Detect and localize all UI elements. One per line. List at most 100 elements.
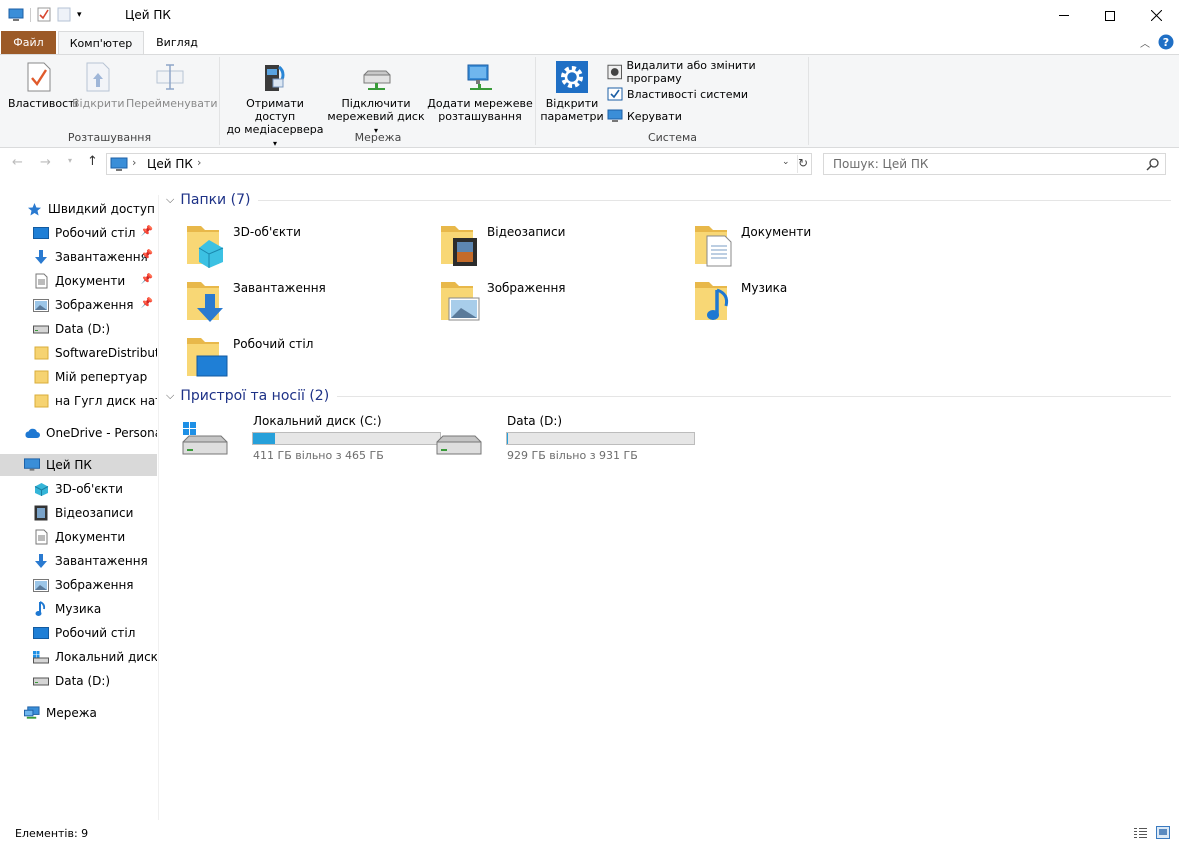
settings-gear-icon bbox=[556, 61, 588, 93]
minimize-button[interactable] bbox=[1041, 0, 1087, 31]
folder-videos-icon bbox=[441, 226, 477, 266]
properties-icon[interactable] bbox=[37, 7, 51, 22]
sidebar-item-my-repertoire[interactable]: Мій репертуар bbox=[0, 366, 157, 388]
sidebar-item-pc-desktop[interactable]: Робочий стіл bbox=[0, 622, 157, 644]
folder-videos[interactable]: Відеозаписи bbox=[439, 220, 689, 272]
desktop-icon bbox=[33, 225, 49, 241]
folder-name: Музика bbox=[741, 281, 788, 295]
section-divider bbox=[337, 395, 1171, 397]
collapse-ribbon-icon[interactable]: ︿ bbox=[1140, 35, 1150, 50]
customize-toolbar-chevron-icon[interactable]: ▾ bbox=[77, 10, 82, 20]
svg-text:?: ? bbox=[1163, 36, 1169, 49]
sidebar-item-software-distribution[interactable]: SoftwareDistribution bbox=[0, 342, 157, 364]
folder-music[interactable]: Музика bbox=[693, 276, 943, 328]
folder-pictures[interactable]: Зображення bbox=[439, 276, 689, 328]
tab-computer[interactable]: Комп'ютер bbox=[58, 31, 144, 55]
close-button[interactable] bbox=[1133, 0, 1179, 31]
sidebar-quick-access[interactable]: Швидкий доступ bbox=[0, 198, 157, 220]
refresh-icon[interactable]: ↻ bbox=[798, 156, 808, 170]
sidebar-item-google-drive[interactable]: на Гугл диск натащ bbox=[0, 390, 157, 412]
sidebar-network[interactable]: Мережа bbox=[0, 702, 157, 724]
sidebar-item-label: Музика bbox=[55, 602, 102, 616]
sidebar-item-desktop[interactable]: Робочий стіл 📌 bbox=[0, 222, 157, 244]
open-label: Відкрити bbox=[72, 97, 125, 110]
drive-icon bbox=[436, 435, 482, 455]
sidebar-item-pc-pictures[interactable]: Зображення bbox=[0, 574, 157, 596]
media-server-icon bbox=[265, 65, 285, 91]
recent-locations-chevron-icon[interactable]: ▾ bbox=[68, 156, 72, 165]
drive-data-d[interactable]: Data (D:) 929 ГБ вільно з 931 ГБ bbox=[435, 414, 695, 466]
manage-icon bbox=[607, 109, 623, 122]
section-divider bbox=[258, 199, 1171, 201]
help-icon[interactable]: ? bbox=[1158, 34, 1174, 50]
manage-label: Керувати bbox=[627, 109, 682, 123]
map-drive-label-2: мережевий диск bbox=[327, 110, 425, 123]
system-properties-button[interactable]: Властивості системи bbox=[607, 84, 748, 104]
sidebar-item-documents[interactable]: Документи 📌 bbox=[0, 270, 157, 292]
map-drive-button[interactable]: Підключити мережевий диск ▾ bbox=[327, 61, 425, 137]
add-network-location-button[interactable]: Додати мережеве розташування bbox=[427, 61, 533, 123]
sidebar-item-music[interactable]: Музика bbox=[0, 598, 157, 620]
folder-downloads[interactable]: Завантаження bbox=[185, 276, 435, 328]
cloud-icon bbox=[24, 425, 40, 441]
forward-arrow-icon[interactable]: → bbox=[40, 155, 51, 170]
sidebar-item-label: Локальний диск (C:) bbox=[55, 650, 157, 664]
details-view-icon[interactable] bbox=[1133, 827, 1148, 839]
maximize-button[interactable] bbox=[1087, 0, 1133, 31]
folders-section-header[interactable]: ⌵ Папки (7) bbox=[166, 189, 1171, 211]
up-arrow-icon[interactable]: ↑ bbox=[87, 154, 98, 169]
back-arrow-icon[interactable]: ← bbox=[12, 155, 23, 170]
manage-button[interactable]: Керувати bbox=[607, 106, 682, 126]
breadcrumb-this-pc[interactable]: Цей ПК bbox=[147, 157, 193, 171]
folder-icon bbox=[33, 345, 49, 361]
sidebar-item-data-drive[interactable]: Data (D:) bbox=[0, 318, 157, 340]
close-icon bbox=[1150, 10, 1162, 21]
sidebar-item-pc-downloads[interactable]: Завантаження bbox=[0, 550, 157, 572]
search-box[interactable]: Пошук: Цей ПК bbox=[823, 153, 1166, 175]
folder-downloads-icon bbox=[187, 282, 223, 322]
address-history-chevron-icon[interactable]: ⌄ bbox=[782, 157, 790, 167]
title-bar: ▾ Цей ПК bbox=[0, 0, 1179, 31]
tab-view[interactable]: Вигляд bbox=[146, 31, 208, 55]
open-settings-label-1: Відкрити bbox=[545, 97, 599, 110]
folder-name: Відеозаписи bbox=[487, 225, 566, 239]
sidebar-this-pc[interactable]: Цей ПК bbox=[0, 454, 157, 476]
open-button[interactable]: Відкрити bbox=[72, 61, 125, 110]
rename-label: Перейменувати bbox=[126, 97, 218, 110]
large-icons-view-icon[interactable] bbox=[1156, 826, 1170, 839]
minimize-icon bbox=[1059, 15, 1069, 16]
uninstall-icon bbox=[607, 64, 622, 80]
folder-documents[interactable]: Документи bbox=[693, 220, 943, 272]
rename-button[interactable]: Перейменувати bbox=[126, 61, 218, 110]
sidebar-item-pc-data-drive[interactable]: Data (D:) bbox=[0, 670, 157, 692]
sidebar-onedrive[interactable]: OneDrive - Personal bbox=[0, 422, 157, 444]
new-folder-icon[interactable] bbox=[57, 7, 71, 22]
uninstall-program-button[interactable]: Видалити або змінити програму bbox=[607, 59, 808, 85]
devices-section-header[interactable]: ⌵ Пристрої та носії (2) bbox=[166, 385, 1171, 407]
pin-icon: 📌 bbox=[140, 298, 153, 309]
folder-pictures-icon bbox=[441, 282, 480, 321]
drive-local-disk-c[interactable]: Локальний диск (C:) 411 ГБ вільно з 465 … bbox=[181, 414, 441, 466]
tab-file[interactable]: Файл bbox=[1, 31, 56, 55]
folder-3d-objects-icon bbox=[187, 226, 224, 268]
sidebar-item-downloads[interactable]: Завантаження 📌 bbox=[0, 246, 157, 268]
rename-icon bbox=[156, 64, 184, 90]
sidebar-item-label: Data (D:) bbox=[55, 322, 111, 336]
sidebar-item-pc-documents[interactable]: Документи bbox=[0, 526, 157, 548]
sidebar-item-local-disk-c[interactable]: Локальний диск (C:) bbox=[0, 646, 157, 668]
sidebar-item-pictures[interactable]: Зображення 📌 bbox=[0, 294, 157, 316]
properties-button[interactable]: Властивості bbox=[8, 61, 78, 110]
sidebar-item-videos[interactable]: Відеозаписи bbox=[0, 502, 157, 524]
breadcrumb-separator-icon[interactable]: › bbox=[132, 156, 136, 169]
open-settings-button[interactable]: Відкрити параметри bbox=[539, 61, 605, 123]
sidebar-item-3d-objects[interactable]: 3D-об'єкти bbox=[0, 478, 157, 500]
chevron-down-icon: ⌵ bbox=[166, 193, 175, 206]
system-drive-icon bbox=[182, 422, 228, 455]
group-network-label: Мережа bbox=[354, 131, 402, 144]
folder-desktop[interactable]: Робочий стіл bbox=[185, 332, 435, 384]
folder-3d-objects[interactable]: 3D-об'єкти bbox=[185, 220, 435, 272]
folder-desktop-icon bbox=[187, 338, 228, 377]
quick-access-toolbar: ▾ bbox=[8, 7, 82, 22]
address-bar[interactable]: › Цей ПК › ⌄ ↻ bbox=[106, 153, 812, 175]
breadcrumb-chevron-icon[interactable]: › bbox=[197, 156, 201, 169]
